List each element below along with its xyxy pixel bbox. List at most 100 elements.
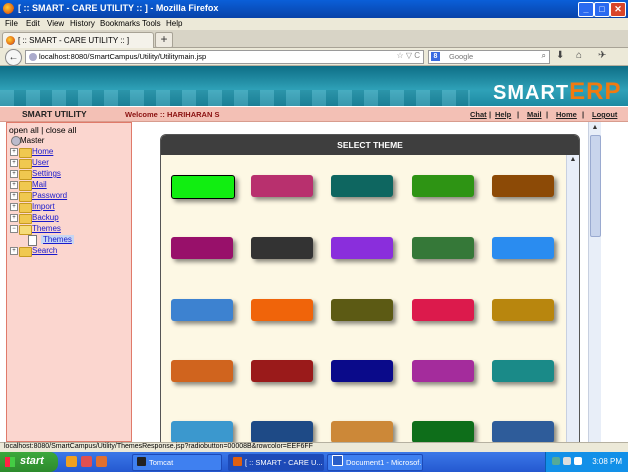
theme-panel: SELECT THEME ▲ — [160, 134, 580, 444]
expand-icon[interactable]: + — [10, 203, 18, 211]
theme-swatch[interactable] — [412, 237, 474, 259]
download-icon[interactable]: ⬇ — [556, 50, 564, 61]
theme-swatch[interactable] — [331, 421, 393, 443]
home-icon[interactable]: ⌂ — [576, 50, 582, 61]
chat-link[interactable]: Chat — [470, 110, 487, 119]
theme-swatch[interactable] — [171, 360, 233, 382]
expand-icon[interactable]: + — [10, 192, 18, 200]
help-link[interactable]: Help — [495, 110, 511, 119]
start-button[interactable]: start — [0, 452, 58, 472]
sidebar-item-label[interactable]: Themes — [32, 224, 61, 233]
scroll-up-icon[interactable]: ▲ — [590, 123, 600, 133]
quicklaunch-icon[interactable] — [96, 456, 107, 467]
tab-strip: [ :: SMART - CARE UTILITY :: ] + — [0, 30, 628, 48]
page-scrollbar[interactable]: ▲ — [588, 122, 601, 442]
menu-view[interactable]: View — [47, 19, 64, 28]
theme-swatch[interactable] — [331, 299, 393, 321]
theme-swatch[interactable] — [412, 360, 474, 382]
folder-icon — [19, 148, 32, 158]
theme-swatch[interactable] — [251, 299, 313, 321]
windows-logo-icon — [5, 457, 15, 467]
theme-swatch[interactable] — [492, 299, 554, 321]
theme-swatch[interactable] — [492, 421, 554, 443]
browser-tab[interactable]: [ :: SMART - CARE UTILITY :: ] — [2, 32, 154, 48]
tray-icon[interactable] — [552, 457, 560, 465]
scrollbar-thumb[interactable] — [590, 135, 601, 237]
folder-icon — [19, 203, 32, 213]
folder-icon — [19, 159, 32, 169]
tray-icon[interactable] — [563, 457, 571, 465]
expand-icon[interactable]: + — [10, 148, 18, 156]
sidebar-item-label[interactable]: Settings — [32, 169, 61, 178]
maximize-button[interactable]: □ — [594, 2, 610, 17]
theme-swatch[interactable] — [331, 175, 393, 197]
menu-help[interactable]: Help — [166, 19, 182, 28]
sidebar-item-label[interactable]: Backup — [32, 213, 59, 222]
new-tab-button[interactable]: + — [155, 32, 173, 48]
theme-swatch[interactable] — [171, 175, 235, 199]
quicklaunch-icon[interactable] — [66, 456, 77, 467]
theme-swatch[interactable] — [331, 360, 393, 382]
expand-icon[interactable]: + — [10, 159, 18, 167]
panel-scrollbar[interactable]: ▲ — [566, 155, 579, 443]
theme-swatch[interactable] — [412, 421, 474, 443]
menu-history[interactable]: History — [70, 19, 95, 28]
url-bar[interactable]: localhost:8080/SmartCampus/Utility/Utili… — [25, 50, 424, 64]
app-name: SMART UTILITY — [22, 109, 87, 119]
menu-bar: File Edit View History Bookmarks Tools H… — [0, 18, 628, 30]
theme-swatch[interactable] — [251, 175, 313, 197]
theme-swatch[interactable] — [492, 175, 554, 197]
theme-swatch[interactable] — [171, 299, 233, 321]
quicklaunch-icon[interactable] — [81, 456, 92, 467]
logout-link[interactable]: Logout — [592, 110, 617, 119]
scroll-up-icon[interactable]: ▲ — [568, 155, 578, 165]
theme-swatch[interactable] — [492, 237, 554, 259]
menu-file[interactable]: File — [5, 19, 18, 28]
close-button[interactable]: ✕ — [610, 2, 626, 17]
theme-swatch[interactable] — [412, 299, 474, 321]
theme-swatch[interactable] — [331, 237, 393, 259]
sidebar-item-label[interactable]: Search — [32, 246, 57, 255]
menu-edit[interactable]: Edit — [26, 19, 40, 28]
back-button[interactable]: ← — [5, 49, 22, 66]
expand-icon[interactable]: + — [10, 181, 18, 189]
expand-icon[interactable]: + — [10, 214, 18, 222]
open-close-all[interactable]: open all | close all — [9, 125, 76, 135]
header-separator: | — [517, 110, 520, 119]
taskbar-item-firefox[interactable]: [ :: SMART - CARE U... — [228, 454, 324, 471]
home-link[interactable]: Home — [556, 110, 577, 119]
collapse-icon[interactable]: − — [10, 225, 18, 233]
sidebar-item-label[interactable]: Import — [32, 202, 55, 211]
menu-tools[interactable]: Tools — [142, 19, 161, 28]
theme-swatch[interactable] — [171, 421, 233, 443]
sidebar-item-label[interactable]: Password — [32, 191, 67, 200]
search-icon[interactable]: ⌕ — [542, 51, 546, 61]
theme-swatch[interactable] — [251, 360, 313, 382]
expand-icon[interactable]: + — [10, 247, 18, 255]
theme-swatch[interactable] — [251, 237, 313, 259]
status-text: localhost:8080/SmartCampus/Utility/Theme… — [4, 443, 313, 450]
sidebar-item-label[interactable]: User — [32, 158, 49, 167]
sidebar-item-label[interactable]: Mail — [32, 180, 47, 189]
bookmark-reload-icons[interactable]: ☆ ▽ C — [396, 51, 420, 60]
menu-bookmarks[interactable]: Bookmarks — [100, 19, 140, 28]
search-box[interactable]: 8 Google ⌕ — [428, 50, 550, 64]
minimize-button[interactable]: _ — [578, 2, 594, 17]
taskbar-item-tomcat[interactable]: Tomcat — [132, 454, 222, 471]
taskbar-item-word[interactable]: Document1 - Microsof... — [327, 454, 423, 471]
sidebar-item-label[interactable]: Home — [32, 147, 53, 156]
folder-icon — [19, 214, 32, 224]
addon-icon[interactable]: ✈ — [598, 50, 606, 61]
theme-swatch[interactable] — [171, 237, 233, 259]
folder-icon — [19, 192, 32, 202]
mail-link[interactable]: Mail — [527, 110, 542, 119]
tray-icon[interactable] — [574, 457, 582, 465]
expand-icon[interactable]: + — [10, 170, 18, 178]
banner-decoration — [0, 90, 470, 106]
theme-swatch[interactable] — [492, 360, 554, 382]
sidebar-subitem-label[interactable]: Themes — [41, 235, 74, 244]
theme-swatch[interactable] — [412, 175, 474, 197]
tree-root-label: Master — [20, 136, 45, 145]
theme-swatch[interactable] — [251, 421, 313, 443]
search-engine-icon[interactable]: 8 — [431, 52, 440, 61]
